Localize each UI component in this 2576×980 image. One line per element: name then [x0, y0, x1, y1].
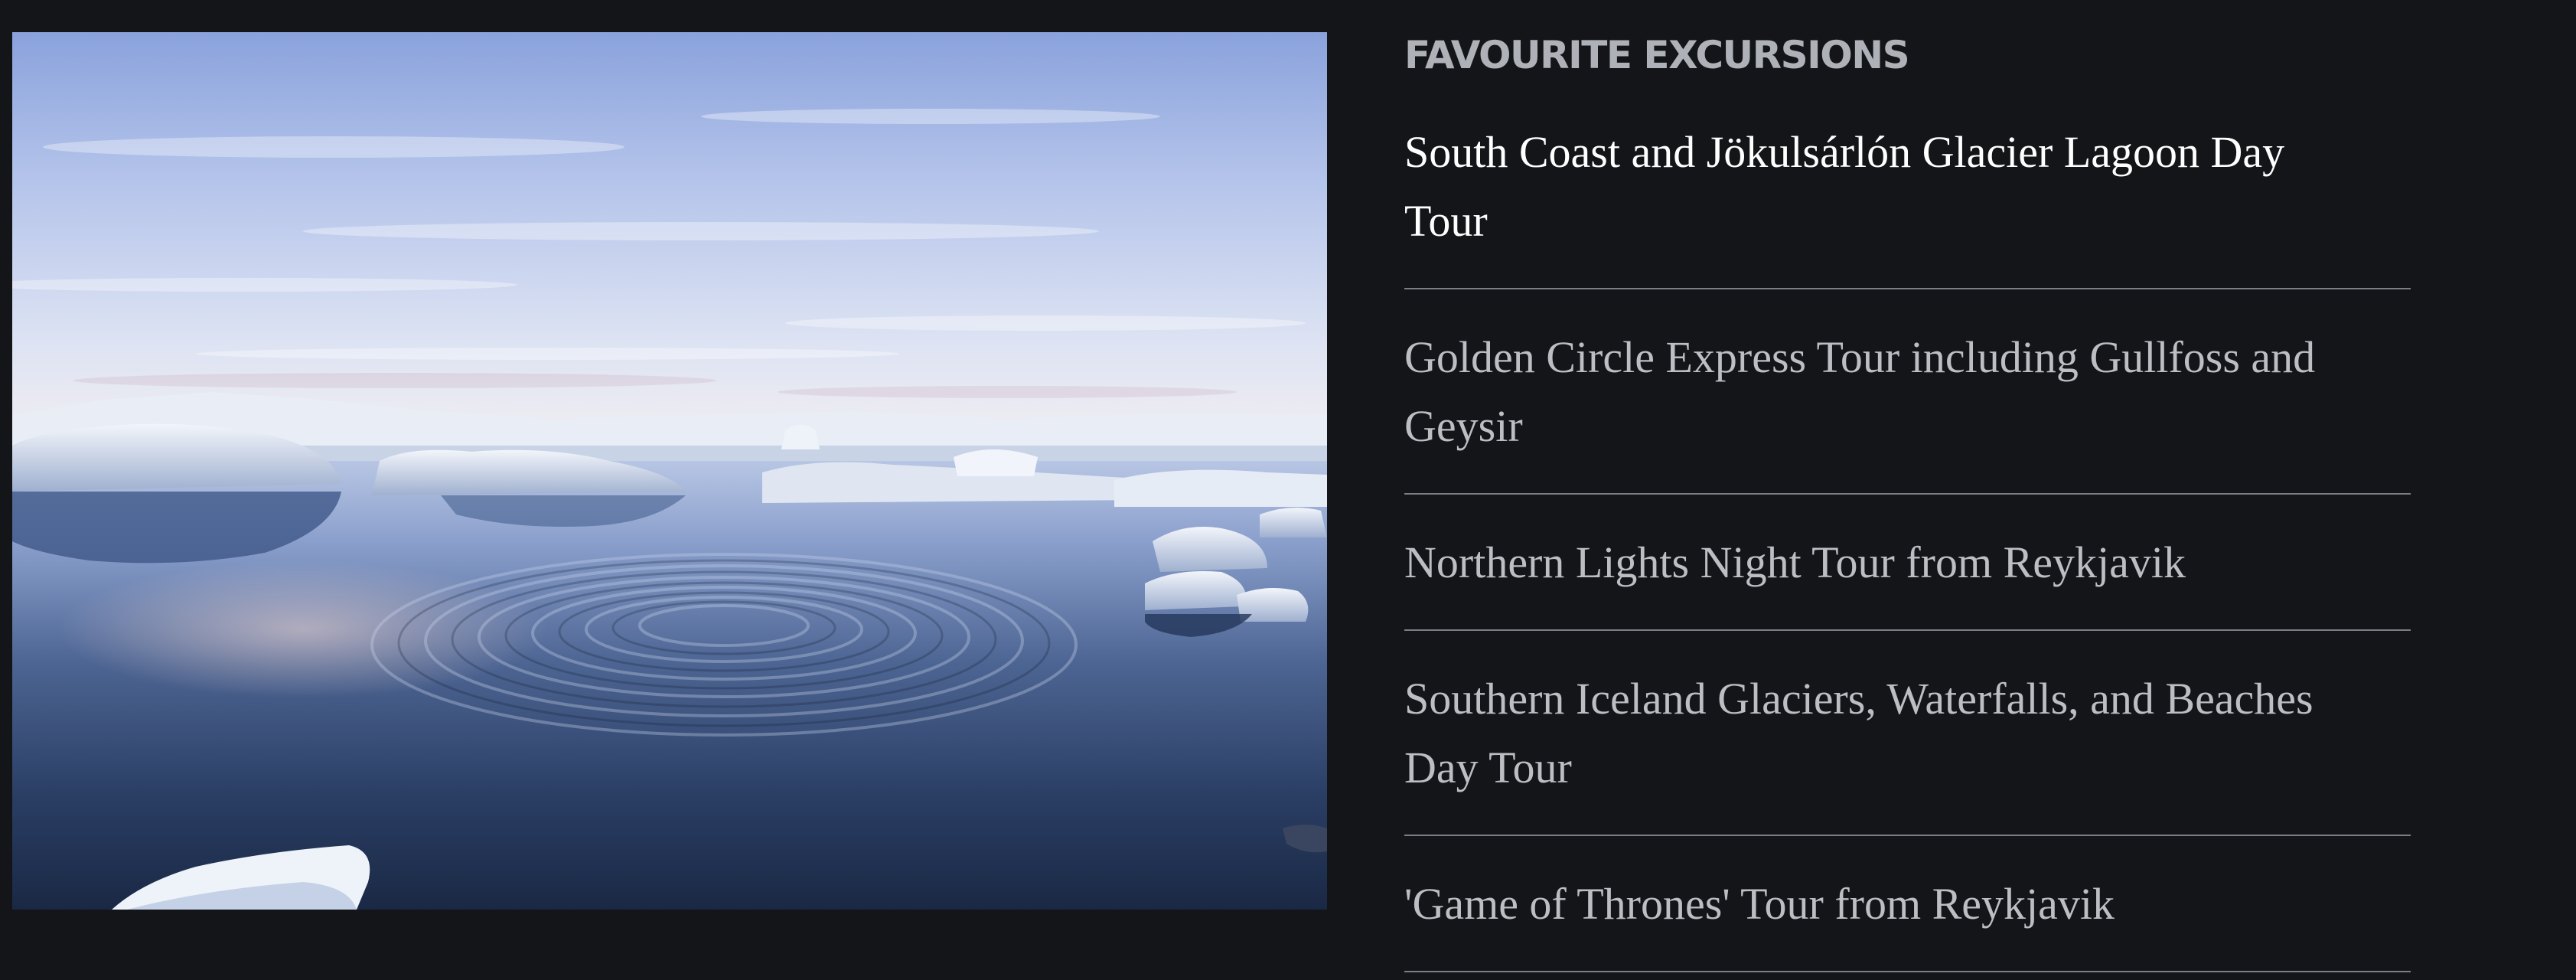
excursion-link[interactable]: 'Game of Thrones' Tour from Reykjavik: [1404, 870, 2369, 939]
glacier-lagoon-photo: [12, 32, 1327, 910]
excursion-item[interactable]: South Coast and Jökulsárlón Glacier Lago…: [1404, 103, 2411, 289]
excursion-list: South Coast and Jökulsárlón Glacier Lago…: [1404, 103, 2411, 972]
section-heading: FAVOURITE EXCURSIONS: [1404, 33, 1910, 77]
excursion-link[interactable]: Golden Circle Express Tour including Gul…: [1404, 323, 2369, 461]
excursion-item[interactable]: 'Game of Thrones' Tour from Reykjavik: [1404, 836, 2411, 972]
excursion-item[interactable]: Southern Iceland Glaciers, Waterfalls, a…: [1404, 631, 2411, 836]
excursion-link[interactable]: Northern Lights Night Tour from Reykjavi…: [1404, 528, 2369, 597]
page: FAVOURITE EXCURSIONS South Coast and Jök…: [0, 0, 2576, 980]
favourite-excursions-panel: FAVOURITE EXCURSIONS South Coast and Jök…: [1404, 28, 2411, 972]
excursion-link[interactable]: Southern Iceland Glaciers, Waterfalls, a…: [1404, 665, 2369, 802]
excursion-item[interactable]: Golden Circle Express Tour including Gul…: [1404, 289, 2411, 495]
excursion-link[interactable]: South Coast and Jökulsárlón Glacier Lago…: [1404, 118, 2369, 256]
excursion-item[interactable]: Northern Lights Night Tour from Reykjavi…: [1404, 495, 2411, 631]
